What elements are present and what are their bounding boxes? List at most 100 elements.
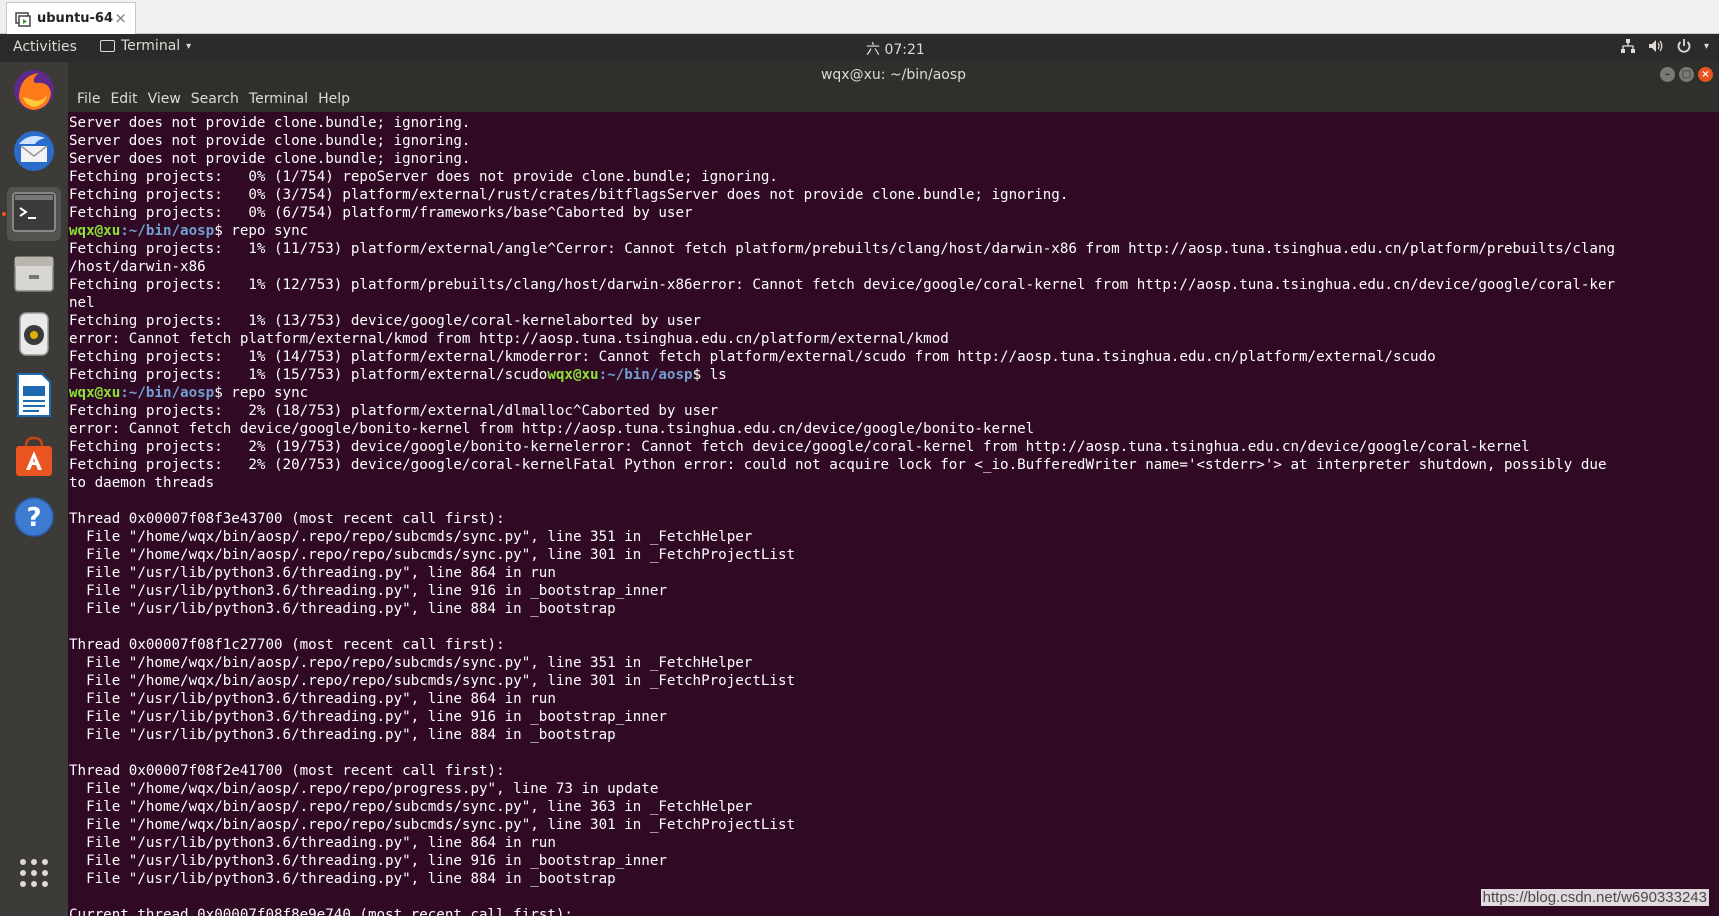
terminal-app-icon: [100, 40, 115, 52]
menu-terminal[interactable]: Terminal: [244, 88, 313, 112]
minimize-icon[interactable]: –: [1660, 67, 1675, 82]
show-applications-button[interactable]: [7, 848, 61, 902]
terminal-output[interactable]: Server does not provide clone.bundle; ig…: [68, 112, 1719, 916]
terminal-line: Fetching projects: 1% (11/753) platform/…: [69, 240, 1719, 258]
prompt-command: $ repo sync: [214, 223, 309, 239]
network-icon[interactable]: [1620, 38, 1636, 54]
close-icon[interactable]: ×: [1698, 67, 1713, 82]
system-tray[interactable]: ▾: [1620, 38, 1709, 54]
terminal-text: Fetching projects: 1% (15/753) platform/…: [69, 367, 548, 383]
prompt-path: :~/bin/aosp: [598, 367, 693, 383]
terminal-text: Server does not provide clone.bundle; ig…: [69, 115, 471, 131]
rhythmbox-icon: [12, 311, 56, 361]
terminal-line: Fetching projects: 0% (1/754) repoServer…: [69, 168, 1719, 186]
terminal-text: nel: [69, 295, 95, 311]
terminal-line: Fetching projects: 1% (14/753) platform/…: [69, 348, 1719, 366]
terminal-line: Server does not provide clone.bundle; ig…: [69, 150, 1719, 168]
terminal-text: /host/darwin-x86: [69, 259, 206, 275]
thunderbird-icon: [11, 128, 57, 178]
screen: ubuntu-64 × Activities Terminal ▾ 六 07:2…: [0, 0, 1719, 916]
window-title: wqx@xu: ~/bin/aosp: [820, 67, 967, 83]
menu-edit[interactable]: Edit: [105, 88, 142, 112]
terminal-line: File "/usr/lib/python3.6/threading.py", …: [69, 708, 1719, 726]
dock: ?: [0, 62, 68, 916]
terminal-text: error: Cannot fetch device/google/bonito…: [69, 421, 1035, 437]
vm-tab[interactable]: ubuntu-64 ×: [6, 2, 136, 34]
software-center-icon: [12, 434, 56, 482]
terminal-text: Server does not provide clone.bundle; ig…: [69, 151, 471, 167]
terminal-line: File "/home/wqx/bin/aosp/.repo/repo/subc…: [69, 816, 1719, 834]
terminal-line: Server does not provide clone.bundle; ig…: [69, 114, 1719, 132]
menu-search[interactable]: Search: [186, 88, 244, 112]
window-titlebar[interactable]: wqx@xu: ~/bin/aosp – □ ×: [68, 62, 1719, 88]
dock-thunderbird[interactable]: [7, 126, 61, 180]
dock-writer[interactable]: [7, 370, 61, 424]
terminal-line: File "/home/wqx/bin/aosp/.repo/repo/subc…: [69, 672, 1719, 690]
prompt-user: wqx@xu: [69, 385, 121, 401]
dock-terminal[interactable]: [2, 187, 61, 241]
top-panel: Activities Terminal ▾ 六 07:21 ▾: [0, 34, 1719, 62]
vm-machine-icon: [15, 11, 31, 27]
terminal-line: File "/usr/lib/python3.6/threading.py", …: [69, 564, 1719, 582]
menu-file[interactable]: File: [72, 88, 105, 112]
terminal-line: File "/home/wqx/bin/aosp/.repo/repo/subc…: [69, 654, 1719, 672]
terminal-line: File "/usr/lib/python3.6/threading.py", …: [69, 600, 1719, 618]
terminal-text: File "/home/wqx/bin/aosp/.repo/repo/prog…: [69, 781, 659, 797]
window-controls: – □ ×: [1660, 67, 1713, 82]
terminal-text: File "/usr/lib/python3.6/threading.py", …: [69, 835, 556, 851]
terminal-text: Fetching projects: 2% (20/753) device/go…: [69, 457, 1607, 473]
terminal-text: File "/usr/lib/python3.6/threading.py", …: [69, 709, 667, 725]
terminal-line: Fetching projects: 1% (15/753) platform/…: [69, 366, 1719, 384]
terminal-line: File "/home/wqx/bin/aosp/.repo/repo/prog…: [69, 780, 1719, 798]
terminal-text: Server does not provide clone.bundle; ig…: [69, 133, 471, 149]
terminal-line: File "/home/wqx/bin/aosp/.repo/repo/subc…: [69, 546, 1719, 564]
close-icon[interactable]: ×: [114, 9, 127, 27]
dock-firefox[interactable]: [7, 65, 61, 119]
terminal-line: File "/home/wqx/bin/aosp/.repo/repo/subc…: [69, 798, 1719, 816]
terminal-line: Fetching projects: 1% (12/753) platform/…: [69, 276, 1719, 294]
terminal-text: Fetching projects: 1% (13/753) device/go…: [69, 313, 702, 329]
prompt-user: wqx@xu: [69, 223, 121, 239]
dock-software[interactable]: [7, 431, 61, 485]
activities-button[interactable]: Activities: [13, 39, 77, 55]
terminal-text: File "/home/wqx/bin/aosp/.repo/repo/subc…: [69, 673, 796, 689]
prompt-user: wqx@xu: [547, 367, 599, 383]
terminal-line: error: Cannot fetch platform/external/km…: [69, 330, 1719, 348]
terminal-text: Thread 0x00007f08f3e43700 (most recent c…: [69, 511, 505, 527]
menu-view[interactable]: View: [143, 88, 186, 112]
terminal-text: File "/usr/lib/python3.6/threading.py", …: [69, 727, 616, 743]
vm-tab-label: ubuntu-64: [37, 11, 114, 26]
chevron-down-icon[interactable]: ▾: [1704, 41, 1709, 52]
terminal-text: Fetching projects: 0% (1/754) repoServer…: [69, 169, 778, 185]
terminal-text: File "/usr/lib/python3.6/threading.py", …: [69, 853, 667, 869]
terminal-line: Server does not provide clone.bundle; ig…: [69, 132, 1719, 150]
terminal-text: File "/usr/lib/python3.6/threading.py", …: [69, 601, 616, 617]
maximize-icon[interactable]: □: [1679, 67, 1694, 82]
volume-icon[interactable]: [1648, 38, 1664, 54]
clock[interactable]: 六 07:21: [866, 39, 925, 59]
terminal-line: File "/usr/lib/python3.6/threading.py", …: [69, 834, 1719, 852]
app-menu[interactable]: Terminal ▾: [100, 38, 191, 54]
terminal-text: Fetching projects: 0% (3/754) platform/e…: [69, 187, 1069, 203]
svg-text:?: ?: [26, 503, 41, 533]
terminal-text: Thread 0x00007f08f2e41700 (most recent c…: [69, 763, 505, 779]
terminal-text: Fetching projects: 2% (19/753) device/go…: [69, 439, 1530, 455]
terminal-text: Fetching projects: 0% (6/754) platform/f…: [69, 205, 693, 221]
vm-tab-bar: ubuntu-64 ×: [0, 0, 1719, 34]
terminal-line: Fetching projects: 0% (3/754) platform/e…: [69, 186, 1719, 204]
dock-rhythmbox[interactable]: [7, 309, 61, 363]
terminal-line: wqx@xu:~/bin/aosp$ repo sync: [69, 222, 1719, 240]
terminal-text: Thread 0x00007f08f1c27700 (most recent c…: [69, 637, 505, 653]
terminal-text: Fetching projects: 2% (18/753) platform/…: [69, 403, 719, 419]
dock-files[interactable]: [7, 248, 61, 302]
dock-help[interactable]: ?: [7, 492, 61, 546]
prompt-path: :~/bin/aosp: [120, 223, 215, 239]
terminal-text: File "/home/wqx/bin/aosp/.repo/repo/subc…: [69, 655, 753, 671]
terminal-line: Thread 0x00007f08f2e41700 (most recent c…: [69, 762, 1719, 780]
power-icon[interactable]: [1676, 38, 1692, 54]
terminal-line: nel: [69, 294, 1719, 312]
menu-help[interactable]: Help: [313, 88, 355, 112]
help-icon: ?: [12, 495, 56, 543]
